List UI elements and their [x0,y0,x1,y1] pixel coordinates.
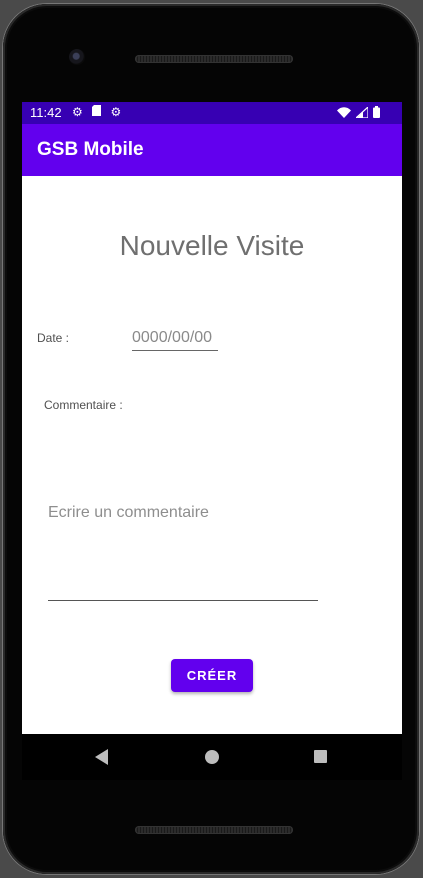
home-icon[interactable] [205,750,219,764]
sd-card-icon [92,105,104,119]
battery-icon [373,106,380,118]
back-icon[interactable] [95,749,108,765]
wifi-icon [337,106,351,118]
status-system-icons [337,106,380,118]
phone-frame: 11:42 ⚙ ⚙ GSB Mobile Nouvelle Visite Dat… [3,4,419,874]
date-label: Date : [37,331,70,345]
navigation-bar [22,734,402,780]
status-notification-icons: ⚙ ⚙ [72,105,127,119]
earpiece-speaker [135,55,293,63]
front-camera [69,49,85,65]
settings-icon: ⚙ [110,105,122,119]
date-field[interactable] [132,328,218,351]
recents-icon[interactable] [314,750,327,763]
comment-field[interactable] [48,500,318,601]
bottom-speaker [135,826,293,834]
signal-icon [356,106,368,118]
page-title: Nouvelle Visite [119,230,305,261]
status-time: 11:42 [30,105,62,120]
comment-label: Commentaire : [44,398,123,412]
create-button[interactable]: CRÉER [171,659,253,692]
app-bar: GSB Mobile [22,124,402,176]
app-title: GSB Mobile [37,139,144,160]
status-bar: 11:42 ⚙ ⚙ [22,102,402,124]
app-screen: 11:42 ⚙ ⚙ GSB Mobile Nouvelle Visite Dat… [22,102,402,734]
gear-icon: ⚙ [72,105,83,119]
